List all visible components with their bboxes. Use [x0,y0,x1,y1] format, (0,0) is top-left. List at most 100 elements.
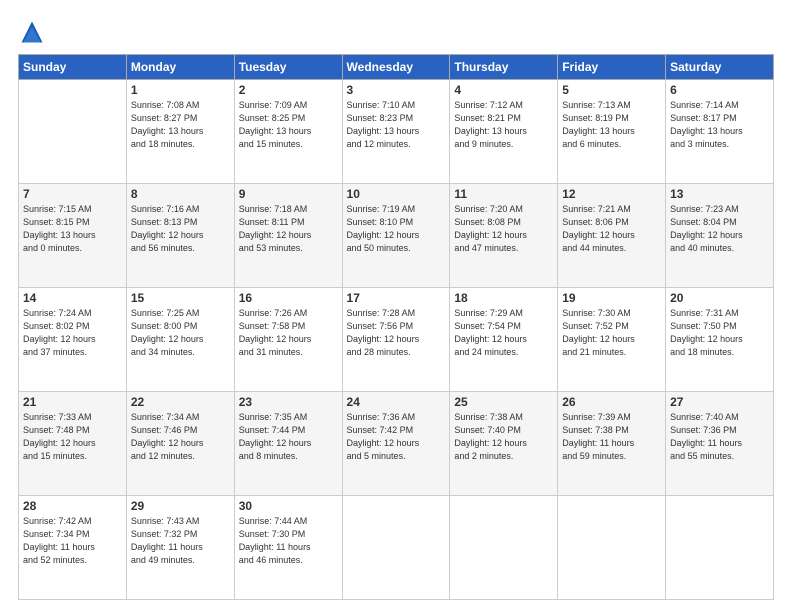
calendar-cell: 24Sunrise: 7:36 AM Sunset: 7:42 PM Dayli… [342,392,450,496]
calendar-cell: 1Sunrise: 7:08 AM Sunset: 8:27 PM Daylig… [126,80,234,184]
day-info: Sunrise: 7:43 AM Sunset: 7:32 PM Dayligh… [131,515,230,567]
calendar-cell: 21 Sunrise: 7:33 AM Sunset: 7:48 PM Dayli… [19,392,127,496]
calendar-cell: 3Sunrise: 7:10 AM Sunset: 8:23 PM Daylig… [342,80,450,184]
day-number: 21 [23,395,122,409]
calendar-cell: 8 Sunrise: 7:16 AM Sunset: 8:13 PM Daylig… [126,184,234,288]
calendar-cell: 7 Sunrise: 7:15 AM Sunset: 8:15 PM Daylig… [19,184,127,288]
day-info: Sunrise: 7:39 AM Sunset: 7:38 PM Dayligh… [562,411,661,463]
day-number: 25 [454,395,553,409]
calendar-cell: 23 Sunrise: 7:35 AM Sunset: 7:44 PM Dayli… [234,392,342,496]
day-info: Sunrise: 7:18 AM Sunset: 8:11 PM Dayligh… [239,203,338,255]
calendar-cell: 14 Sunrise: 7:24 AM Sunset: 8:02 PM Dayli… [19,288,127,392]
day-number: 8 [131,187,230,201]
day-info: Sunrise: 7:21 AM Sunset: 8:06 PM Dayligh… [562,203,661,255]
day-info: Sunrise: 7:36 AM Sunset: 7:42 PM Dayligh… [347,411,446,463]
calendar-cell: 27 Sunrise: 7:40 AM Sunset: 7:36 PM Dayli… [666,392,774,496]
day-info: Sunrise: 7:16 AM Sunset: 8:13 PM Dayligh… [131,203,230,255]
day-number: 2 [239,83,338,97]
calendar-cell: 19 Sunrise: 7:30 AM Sunset: 7:52 PM Dayli… [558,288,666,392]
calendar-cell: 25 Sunrise: 7:38 AM Sunset: 7:40 PM Dayli… [450,392,558,496]
day-info: Sunrise: 7:23 AM Sunset: 8:04 PM Dayligh… [670,203,769,255]
day-info: Sunrise: 7:31 AM Sunset: 7:50 PM Dayligh… [670,307,769,359]
weekday-header-sunday: Sunday [19,55,127,80]
calendar-cell: 6Sunrise: 7:14 AM Sunset: 8:17 PM Daylig… [666,80,774,184]
calendar-cell [558,496,666,600]
calendar-cell [342,496,450,600]
day-info: Sunrise: 7:33 AM Sunset: 7:48 PM Dayligh… [23,411,122,463]
weekday-header-wednesday: Wednesday [342,55,450,80]
day-number: 7 [23,187,122,201]
calendar-cell [19,80,127,184]
weekday-header-thursday: Thursday [450,55,558,80]
day-number: 10 [347,187,446,201]
day-info: Sunrise: 7:25 AM Sunset: 8:00 PM Dayligh… [131,307,230,359]
day-number: 12 [562,187,661,201]
day-number: 22 [131,395,230,409]
day-number: 19 [562,291,661,305]
day-info: Sunrise: 7:15 AM Sunset: 8:15 PM Dayligh… [23,203,122,255]
week-row-2: 7 Sunrise: 7:15 AM Sunset: 8:15 PM Daylig… [19,184,774,288]
calendar-cell: 10 Sunrise: 7:19 AM Sunset: 8:10 PM Dayli… [342,184,450,288]
day-number: 18 [454,291,553,305]
week-row-3: 14 Sunrise: 7:24 AM Sunset: 8:02 PM Dayli… [19,288,774,392]
day-info: Sunrise: 7:30 AM Sunset: 7:52 PM Dayligh… [562,307,661,359]
calendar-cell: 9 Sunrise: 7:18 AM Sunset: 8:11 PM Daylig… [234,184,342,288]
calendar-table: SundayMondayTuesdayWednesdayThursdayFrid… [18,54,774,600]
calendar-cell: 20 Sunrise: 7:31 AM Sunset: 7:50 PM Dayli… [666,288,774,392]
weekday-header-monday: Monday [126,55,234,80]
calendar-cell: 2 Sunrise: 7:09 AM Sunset: 8:25 PM Daylig… [234,80,342,184]
day-number: 29 [131,499,230,513]
calendar-cell: 26 Sunrise: 7:39 AM Sunset: 7:38 PM Dayli… [558,392,666,496]
day-info: Sunrise: 7:29 AM Sunset: 7:54 PM Dayligh… [454,307,553,359]
day-number: 14 [23,291,122,305]
day-info: Sunrise: 7:44 AM Sunset: 7:30 PM Dayligh… [239,515,338,567]
logo-icon [18,18,46,46]
day-info: Sunrise: 7:40 AM Sunset: 7:36 PM Dayligh… [670,411,769,463]
day-number: 11 [454,187,553,201]
weekday-header-tuesday: Tuesday [234,55,342,80]
calendar-cell [666,496,774,600]
header [18,18,774,46]
day-number: 17 [347,291,446,305]
calendar-cell: 12 Sunrise: 7:21 AM Sunset: 8:06 PM Dayli… [558,184,666,288]
calendar-cell: 29 Sunrise: 7:43 AM Sunset: 7:32 PM Dayli… [126,496,234,600]
day-info: Sunrise: 7:35 AM Sunset: 7:44 PM Dayligh… [239,411,338,463]
day-number: 13 [670,187,769,201]
day-info: Sunrise: 7:28 AM Sunset: 7:56 PM Dayligh… [347,307,446,359]
day-info: Sunrise: 7:24 AM Sunset: 8:02 PM Dayligh… [23,307,122,359]
day-info: Sunrise: 7:12 AM Sunset: 8:21 PM Dayligh… [454,99,553,151]
day-info: Sunrise: 7:09 AM Sunset: 8:25 PM Dayligh… [239,99,338,151]
calendar-cell: 22 Sunrise: 7:34 AM Sunset: 7:46 PM Dayli… [126,392,234,496]
day-info: Sunrise: 7:38 AM Sunset: 7:40 PM Dayligh… [454,411,553,463]
day-number: 16 [239,291,338,305]
weekday-header-row: SundayMondayTuesdayWednesdayThursdayFrid… [19,55,774,80]
weekday-header-saturday: Saturday [666,55,774,80]
calendar-cell [450,496,558,600]
day-number: 28 [23,499,122,513]
day-info: Sunrise: 7:34 AM Sunset: 7:46 PM Dayligh… [131,411,230,463]
calendar-cell: 15 Sunrise: 7:25 AM Sunset: 8:00 PM Dayli… [126,288,234,392]
logo [18,18,50,46]
calendar-cell: 28Sunrise: 7:42 AM Sunset: 7:34 PM Dayli… [19,496,127,600]
week-row-1: 1Sunrise: 7:08 AM Sunset: 8:27 PM Daylig… [19,80,774,184]
day-number: 26 [562,395,661,409]
day-number: 30 [239,499,338,513]
week-row-4: 21 Sunrise: 7:33 AM Sunset: 7:48 PM Dayli… [19,392,774,496]
day-info: Sunrise: 7:26 AM Sunset: 7:58 PM Dayligh… [239,307,338,359]
day-number: 27 [670,395,769,409]
day-number: 23 [239,395,338,409]
day-number: 15 [131,291,230,305]
day-number: 6 [670,83,769,97]
page: SundayMondayTuesdayWednesdayThursdayFrid… [0,0,792,612]
calendar-cell: 11 Sunrise: 7:20 AM Sunset: 8:08 PM Dayli… [450,184,558,288]
day-number: 5 [562,83,661,97]
day-info: Sunrise: 7:20 AM Sunset: 8:08 PM Dayligh… [454,203,553,255]
calendar-cell: 16 Sunrise: 7:26 AM Sunset: 7:58 PM Dayli… [234,288,342,392]
calendar-cell: 5Sunrise: 7:13 AM Sunset: 8:19 PM Daylig… [558,80,666,184]
calendar-cell: 4Sunrise: 7:12 AM Sunset: 8:21 PM Daylig… [450,80,558,184]
day-number: 20 [670,291,769,305]
day-number: 3 [347,83,446,97]
day-number: 9 [239,187,338,201]
day-info: Sunrise: 7:19 AM Sunset: 8:10 PM Dayligh… [347,203,446,255]
day-info: Sunrise: 7:08 AM Sunset: 8:27 PM Dayligh… [131,99,230,151]
